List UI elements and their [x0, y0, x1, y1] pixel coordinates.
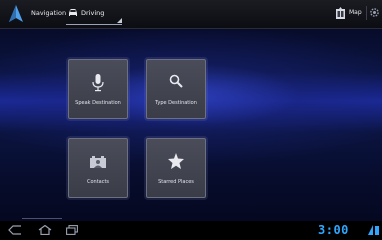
contacts-button[interactable]: Contacts	[68, 138, 128, 198]
status-clock[interactable]: 3:00	[318, 223, 349, 237]
dropdown-arrow-icon	[117, 18, 122, 23]
type-destination-label: Type Destination	[155, 100, 197, 106]
mode-dropdown[interactable]: Driving	[66, 5, 122, 25]
signal-icon[interactable]	[368, 225, 380, 236]
starred-places-button[interactable]: Starred Places	[146, 138, 206, 198]
contacts-icon	[90, 156, 106, 168]
search-icon	[169, 74, 183, 88]
navigation-app-icon[interactable]	[9, 5, 23, 22]
action-bar: Navigation Driving Map	[0, 0, 382, 29]
map-icon[interactable]	[336, 7, 345, 19]
app-title: Navigation	[31, 9, 67, 17]
action-divider	[366, 6, 367, 20]
mode-label: Driving	[81, 9, 105, 17]
bottom-divider	[22, 218, 62, 219]
home-icon[interactable]	[38, 225, 52, 235]
type-destination-button[interactable]: Type Destination	[146, 59, 206, 119]
microphone-icon	[92, 74, 104, 92]
speak-destination-label: Speak Destination	[75, 100, 121, 106]
back-icon[interactable]	[8, 225, 22, 235]
app-screen	[0, 0, 382, 240]
car-icon	[69, 9, 77, 16]
speak-destination-button[interactable]: Speak Destination	[68, 59, 128, 119]
star-icon	[168, 153, 184, 169]
starred-places-label: Starred Places	[158, 179, 194, 185]
settings-gear-icon[interactable]	[369, 7, 380, 18]
map-button-label[interactable]: Map	[349, 9, 362, 16]
contacts-label: Contacts	[86, 179, 110, 185]
recent-apps-icon[interactable]	[66, 225, 78, 235]
